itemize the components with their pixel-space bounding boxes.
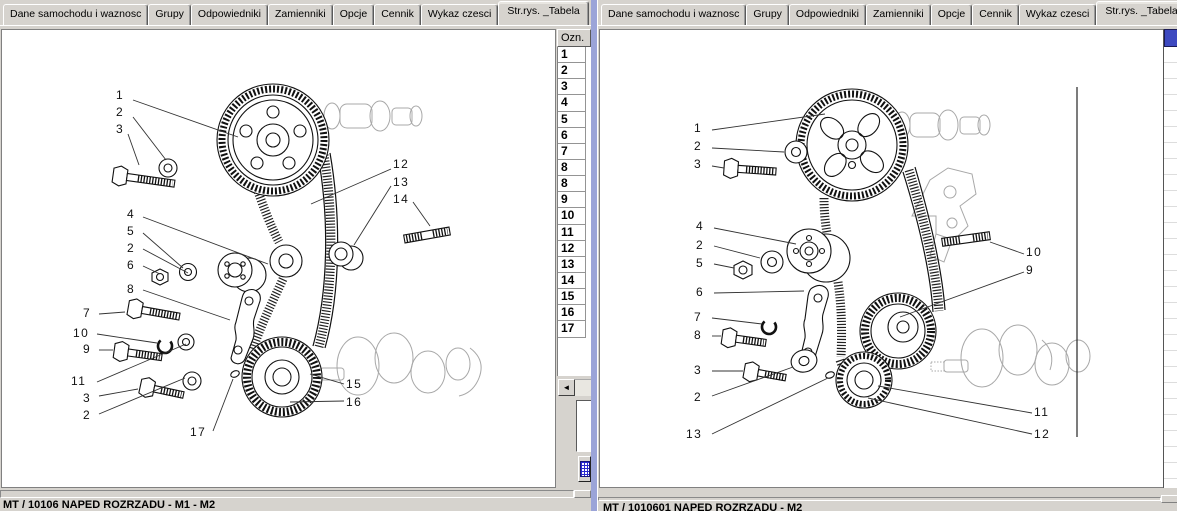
parts-table-body: 12345678891011121314151617: [557, 47, 591, 376]
parts-table-row[interactable]: 2: [558, 63, 586, 79]
parts-table-row[interactable]: 5: [558, 112, 586, 128]
tab-str-rys-tabela[interactable]: Str.rys. _Tabela: [498, 1, 588, 25]
part-number-label: 14: [393, 192, 409, 206]
part-number-label: 15: [346, 377, 362, 391]
parts-table-row[interactable]: 8: [558, 160, 586, 176]
part-number-label: 3: [83, 391, 91, 405]
diagram-canvas: 1234526871091132171213141516: [1, 29, 556, 488]
tab-cennik[interactable]: Cennik: [972, 4, 1019, 25]
parts-table-clipped: [1163, 29, 1177, 488]
parts-table-row[interactable]: 16: [558, 305, 586, 321]
tab-dane-samochodu-i-waznosc[interactable]: Dane samochodu i waznosc: [601, 4, 746, 25]
parts-table: Ozn. 12345678891011121314151617 ◄: [557, 29, 591, 488]
tab-wykaz-czesci[interactable]: Wykaz czesci: [421, 4, 499, 25]
parts-table-row[interactable]: 9: [558, 192, 586, 208]
part-number-label: 3: [694, 157, 702, 171]
part-number-label: 5: [127, 224, 135, 238]
part-number-label: 10: [73, 326, 89, 340]
scroll-left-arrow-icon[interactable]: ◄: [558, 379, 575, 396]
part-number-label: 12: [393, 157, 409, 171]
part-number-label: 5: [696, 256, 704, 270]
content-panel: 1234526871091132171213141516 Ozn. 123456…: [0, 25, 591, 511]
parts-table-row[interactable]: 14: [558, 273, 586, 289]
tab-grupy[interactable]: Grupy: [746, 4, 789, 25]
part-number-label: 2: [694, 390, 702, 404]
part-number-label: 3: [694, 363, 702, 377]
part-number-label: 2: [694, 139, 702, 153]
tab-opcje[interactable]: Opcje: [333, 4, 374, 25]
tab-odpowiedniki[interactable]: Odpowiedniki: [191, 4, 268, 25]
parts-table-row[interactable]: 8: [558, 176, 586, 192]
parts-table-row[interactable]: 11: [558, 225, 586, 241]
part-number-label: 11: [71, 374, 86, 388]
parts-table-row[interactable]: 6: [558, 128, 586, 144]
tab-bar: Dane samochodu i waznoscGrupyOdpowiednik…: [0, 0, 591, 25]
tab-grupy[interactable]: Grupy: [148, 4, 191, 25]
tab-cennik[interactable]: Cennik: [374, 4, 421, 25]
status-bar: MT / 1010601 NAPED ROZRZADU - M2: [598, 488, 1177, 511]
parts-table-row[interactable]: 17: [558, 321, 586, 337]
parts-table-row[interactable]: 12: [558, 241, 586, 257]
part-number-label: 2: [83, 408, 91, 422]
tab-odpowiedniki[interactable]: Odpowiedniki: [789, 4, 866, 25]
horizontal-scrollbar[interactable]: ◄: [558, 379, 591, 396]
tab-dane-samochodu-i-waznosc[interactable]: Dane samochodu i waznosc: [3, 4, 148, 25]
part-number-label: 11: [1034, 405, 1049, 419]
catalog-window-left: Dane samochodu i waznoscGrupyOdpowiednik…: [0, 0, 591, 511]
table-grid-icon: [580, 461, 590, 477]
parts-table-row[interactable]: 3: [558, 79, 586, 95]
tab-opcje[interactable]: Opcje: [931, 4, 972, 25]
status-divider: [0, 490, 574, 498]
parts-table-row[interactable]: 13: [558, 257, 586, 273]
part-labels: 1234526871091132171213141516: [2, 30, 555, 487]
part-number-label: 7: [694, 310, 702, 324]
part-number-label: 4: [696, 219, 704, 233]
parts-table-row[interactable]: 10: [558, 208, 586, 224]
content-panel: 12342567832131091112: [598, 25, 1177, 511]
status-text: MT / 10106 NAPED ROZRZADU - M1 - M2: [3, 499, 215, 511]
part-number-label: 7: [83, 306, 91, 320]
parts-table-header-clipped: [1164, 29, 1177, 47]
part-number-label: 6: [696, 285, 704, 299]
part-number-label: 3: [116, 122, 124, 136]
part-number-label: 9: [83, 342, 91, 356]
tab-str-rys-tabela[interactable]: Str.rys. _Tabela: [1096, 1, 1177, 25]
tab-zamienniki[interactable]: Zamienniki: [268, 4, 333, 25]
part-number-label: 4: [127, 207, 135, 221]
tab-bar: Dane samochodu i waznoscGrupyOdpowiednik…: [598, 0, 1177, 25]
parts-table-row[interactable]: 4: [558, 95, 586, 111]
catalog-window-right: Dane samochodu i waznoscGrupyOdpowiednik…: [597, 0, 1177, 511]
status-resize-grip[interactable]: [1161, 495, 1177, 503]
tab-zamienniki[interactable]: Zamienniki: [866, 4, 931, 25]
part-number-label: 16: [346, 395, 362, 409]
part-number-label: 13: [686, 427, 702, 441]
part-number-label: 9: [1026, 263, 1034, 277]
part-number-label: 2: [696, 238, 704, 252]
part-number-label: 17: [190, 425, 206, 439]
part-number-label: 1: [694, 121, 702, 135]
diagram-canvas: 12342567832131091112: [599, 29, 1164, 488]
tab-wykaz-czesci[interactable]: Wykaz czesci: [1019, 4, 1097, 25]
status-bar: MT / 10106 NAPED ROZRZADU - M1 - M2: [0, 488, 591, 511]
part-number-label: 2: [116, 105, 124, 119]
parts-table-row[interactable]: 15: [558, 289, 586, 305]
parts-table-row[interactable]: 7: [558, 144, 586, 160]
part-number-label: 10: [1026, 245, 1042, 259]
scrollbar-track[interactable]: [575, 379, 591, 396]
status-divider: [598, 497, 1161, 501]
parts-table-row[interactable]: 1: [558, 47, 586, 63]
part-number-label: 8: [127, 282, 135, 296]
empty-listbox[interactable]: [576, 400, 591, 452]
part-number-label: 13: [393, 175, 409, 189]
parts-table-header: Ozn.: [557, 29, 591, 47]
part-labels: 12342567832131091112: [600, 30, 1163, 487]
status-resize-grip[interactable]: [574, 490, 591, 498]
part-number-label: 12: [1034, 427, 1050, 441]
part-number-label: 1: [116, 88, 124, 102]
part-number-label: 2: [127, 241, 135, 255]
part-number-label: 6: [127, 258, 135, 272]
status-text: MT / 1010601 NAPED ROZRZADU - M2: [603, 502, 802, 511]
table-view-button[interactable]: [578, 456, 591, 482]
part-number-label: 8: [694, 328, 702, 342]
